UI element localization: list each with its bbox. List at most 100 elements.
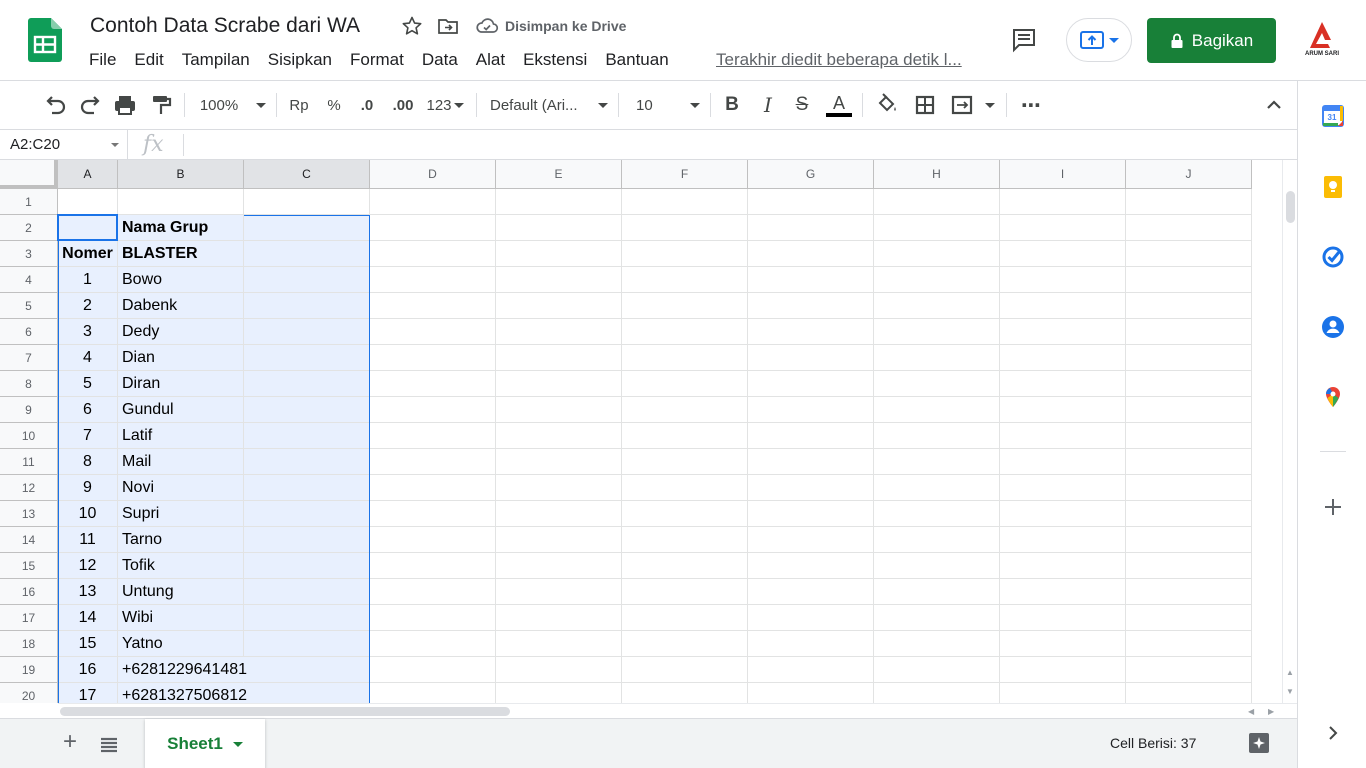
font-family-select[interactable]: Default (Ari...: [490, 91, 608, 119]
cell-i16[interactable]: [1000, 579, 1126, 605]
explore-icon[interactable]: [1247, 731, 1271, 755]
sheets-logo-icon[interactable]: [28, 18, 62, 62]
cell-c4[interactable]: [244, 267, 370, 293]
cell-i17[interactable]: [1000, 605, 1126, 631]
cell-e7[interactable]: [496, 345, 622, 371]
cell-a13[interactable]: 10: [58, 501, 118, 527]
keep-icon[interactable]: [1321, 175, 1345, 199]
cell-e19[interactable]: [496, 657, 622, 683]
cell-j11[interactable]: [1126, 449, 1252, 475]
cell-c2[interactable]: [244, 215, 370, 241]
vertical-scrollbar[interactable]: ▲ ▼: [1282, 160, 1297, 703]
cell-a10[interactable]: 7: [58, 423, 118, 449]
add-sheet-icon[interactable]: +: [58, 730, 82, 755]
cell-g12[interactable]: [748, 475, 874, 501]
column-header-c[interactable]: C: [244, 160, 370, 189]
cell-b12[interactable]: Novi: [118, 475, 244, 501]
row-header-15[interactable]: 15: [0, 553, 58, 579]
cell-b8[interactable]: Diran: [118, 371, 244, 397]
percent-button[interactable]: %: [322, 91, 346, 119]
cell-b5[interactable]: Dabenk: [118, 293, 244, 319]
undo-icon[interactable]: [42, 91, 68, 119]
cell-c10[interactable]: [244, 423, 370, 449]
account-avatar[interactable]: ARUM SARI: [1300, 20, 1344, 62]
cell-h18[interactable]: [874, 631, 1000, 657]
cell-i2[interactable]: [1000, 215, 1126, 241]
cell-e4[interactable]: [496, 267, 622, 293]
cell-g4[interactable]: [748, 267, 874, 293]
cell-d1[interactable]: [370, 189, 496, 215]
cell-e14[interactable]: [496, 527, 622, 553]
cell-i7[interactable]: [1000, 345, 1126, 371]
cell-h17[interactable]: [874, 605, 1000, 631]
cell-g15[interactable]: [748, 553, 874, 579]
cell-h16[interactable]: [874, 579, 1000, 605]
italic-button[interactable]: I: [756, 91, 780, 119]
cell-c16[interactable]: [244, 579, 370, 605]
column-header-g[interactable]: G: [748, 160, 874, 189]
cell-c20[interactable]: [244, 683, 370, 703]
scroll-down-icon[interactable]: ▼: [1286, 687, 1294, 696]
contacts-icon[interactable]: [1321, 315, 1345, 339]
row-header-9[interactable]: 9: [0, 397, 58, 423]
cell-g10[interactable]: [748, 423, 874, 449]
cell-f8[interactable]: [622, 371, 748, 397]
calendar-icon[interactable]: 31: [1321, 104, 1345, 128]
cell-i12[interactable]: [1000, 475, 1126, 501]
cell-e11[interactable]: [496, 449, 622, 475]
cell-b11[interactable]: Mail: [118, 449, 244, 475]
cell-j3[interactable]: [1126, 241, 1252, 267]
cell-d18[interactable]: [370, 631, 496, 657]
select-all-corner[interactable]: [0, 160, 58, 189]
column-header-j[interactable]: J: [1126, 160, 1252, 189]
cell-i9[interactable]: [1000, 397, 1126, 423]
cell-d4[interactable]: [370, 267, 496, 293]
cell-h9[interactable]: [874, 397, 1000, 423]
cell-h19[interactable]: [874, 657, 1000, 683]
cell-a16[interactable]: 13: [58, 579, 118, 605]
cell-g3[interactable]: [748, 241, 874, 267]
cell-f15[interactable]: [622, 553, 748, 579]
currency-button[interactable]: Rp: [284, 91, 314, 119]
cell-b19[interactable]: +6281229641481: [118, 657, 247, 683]
cell-j12[interactable]: [1126, 475, 1252, 501]
scroll-right-icon[interactable]: ▶: [1268, 707, 1274, 716]
cell-d19[interactable]: [370, 657, 496, 683]
comment-history-icon[interactable]: [1010, 26, 1038, 54]
cell-d20[interactable]: [370, 683, 496, 703]
cell-d15[interactable]: [370, 553, 496, 579]
all-sheets-icon[interactable]: [98, 733, 120, 755]
cell-g6[interactable]: [748, 319, 874, 345]
cell-f7[interactable]: [622, 345, 748, 371]
cell-f18[interactable]: [622, 631, 748, 657]
cell-f19[interactable]: [622, 657, 748, 683]
cell-c7[interactable]: [244, 345, 370, 371]
column-header-e[interactable]: E: [496, 160, 622, 189]
cell-j20[interactable]: [1126, 683, 1252, 703]
horizontal-scroll-thumb[interactable]: [60, 707, 510, 716]
cell-a8[interactable]: 5: [58, 371, 118, 397]
bold-button[interactable]: B: [720, 91, 744, 119]
cell-b13[interactable]: Supri: [118, 501, 244, 527]
cell-d9[interactable]: [370, 397, 496, 423]
strikethrough-button[interactable]: S: [790, 91, 814, 119]
cell-h7[interactable]: [874, 345, 1000, 371]
cell-h1[interactable]: [874, 189, 1000, 215]
cell-h15[interactable]: [874, 553, 1000, 579]
cell-i1[interactable]: [1000, 189, 1126, 215]
cell-f10[interactable]: [622, 423, 748, 449]
cell-h14[interactable]: [874, 527, 1000, 553]
zoom-select[interactable]: 100%: [196, 91, 270, 119]
merge-cells-icon[interactable]: [948, 91, 978, 119]
cell-a7[interactable]: 4: [58, 345, 118, 371]
row-header-12[interactable]: 12: [0, 475, 58, 501]
cell-g9[interactable]: [748, 397, 874, 423]
cell-f6[interactable]: [622, 319, 748, 345]
cell-i14[interactable]: [1000, 527, 1126, 553]
menu-extensions[interactable]: Ekstensi: [514, 48, 596, 74]
cell-e8[interactable]: [496, 371, 622, 397]
cell-j6[interactable]: [1126, 319, 1252, 345]
cell-e17[interactable]: [496, 605, 622, 631]
column-header-f[interactable]: F: [622, 160, 748, 189]
number-format-select[interactable]: 123: [424, 91, 466, 119]
